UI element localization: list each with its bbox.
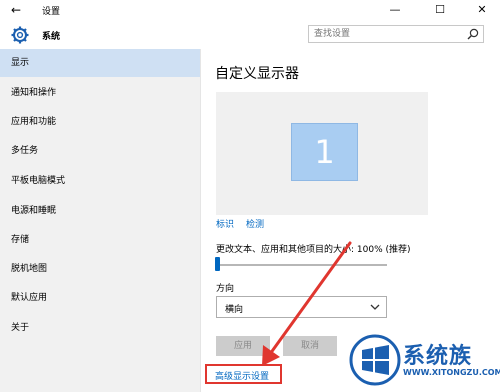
scale-slider-thumb[interactable] [215, 257, 220, 271]
title-bar: ← 设置 — ☐ ✕ [0, 0, 500, 20]
back-arrow-icon[interactable]: ← [8, 3, 24, 17]
minimize-button[interactable]: — [380, 0, 410, 20]
watermark-url: WWW.XITONGZU.COM [403, 368, 500, 377]
identify-link[interactable]: 标识 [216, 217, 234, 230]
window-title: 设置 [42, 7, 61, 17]
windows-logo-icon [349, 334, 401, 386]
sidebar-item-storage[interactable]: 存储 [0, 226, 200, 254]
sidebar-item-power-sleep[interactable]: 电源和睡眠 [0, 197, 200, 225]
monitor-1-tile[interactable]: 1 [291, 123, 358, 181]
orientation-value: 横向 [225, 305, 244, 315]
search-input[interactable] [314, 26, 444, 42]
watermark-text: 系统族 [403, 344, 473, 369]
annotation-highlight-box [205, 364, 282, 384]
sidebar-item-notifications[interactable]: 通知和操作 [0, 79, 200, 107]
search-icon[interactable] [467, 28, 479, 40]
orientation-label: 方向 [216, 284, 235, 294]
sidebar-item-about[interactable]: 关于 [0, 314, 200, 342]
scale-slider-track[interactable] [216, 264, 387, 266]
gear-icon [11, 26, 29, 44]
sidebar-item-display[interactable]: 显示 [0, 49, 200, 77]
settings-window: ← 设置 — ☐ ✕ 系统 显示 通知和操作 应用和功能 多任务 平板电脑模式 … [0, 0, 500, 392]
detect-link[interactable]: 检测 [246, 217, 264, 230]
sidebar-item-tablet-mode[interactable]: 平板电脑模式 [0, 167, 200, 195]
sidebar-item-offline-maps[interactable]: 脱机地图 [0, 255, 200, 283]
sidebar-item-apps[interactable]: 应用和功能 [0, 108, 200, 136]
sidebar-nav: 显示 通知和操作 应用和功能 多任务 平板电脑模式 电源和睡眠 存储 脱机地图 … [0, 49, 200, 392]
orientation-dropdown[interactable]: 横向 [216, 296, 387, 318]
close-button[interactable]: ✕ [467, 0, 497, 20]
maximize-button[interactable]: ☐ [425, 0, 455, 20]
page-title: 自定义显示器 [215, 66, 299, 82]
site-watermark: 系统族 WWW.XITONGZU.COM [349, 332, 500, 390]
sidebar-item-multitasking[interactable]: 多任务 [0, 137, 200, 165]
apply-button[interactable]: 应用 [216, 336, 270, 356]
search-box[interactable] [308, 25, 484, 43]
chevron-down-icon [370, 304, 380, 310]
cancel-button[interactable]: 取消 [283, 336, 337, 356]
scale-label: 更改文本、应用和其他项目的大小: 100% (推荐) [216, 245, 411, 255]
section-title: 系统 [42, 32, 61, 42]
sidebar-item-default-apps[interactable]: 默认应用 [0, 284, 200, 312]
